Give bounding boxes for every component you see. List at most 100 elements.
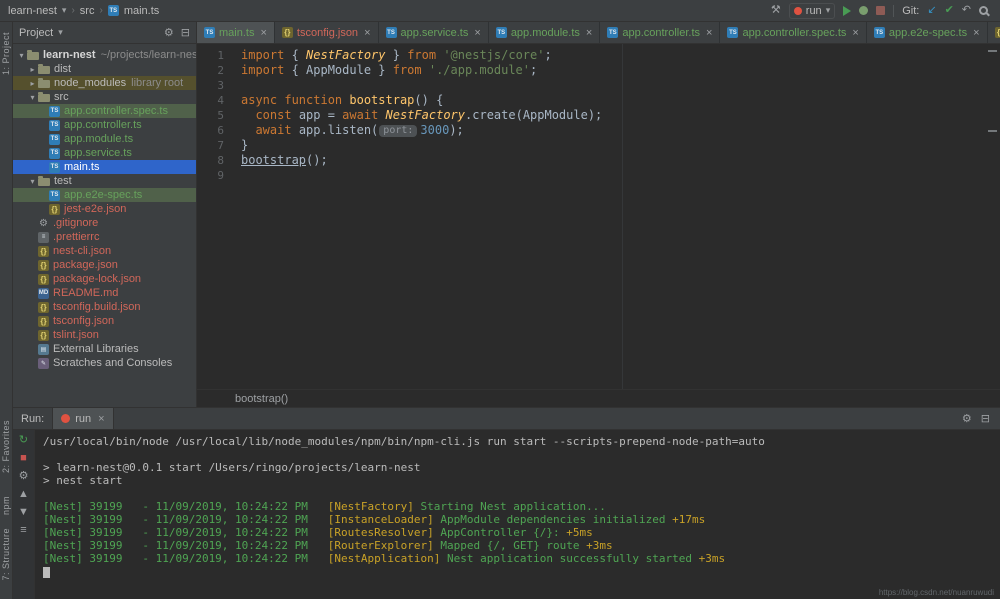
build-hammer-icon[interactable]: ⚒ xyxy=(771,5,781,16)
tree-row[interactable]: TSmain.ts xyxy=(13,160,196,174)
ts-file-icon: TS xyxy=(874,27,885,38)
close-icon[interactable]: × xyxy=(98,413,104,425)
chevron-right-icon[interactable]: ▸ xyxy=(27,65,38,74)
console-output[interactable]: /usr/local/bin/node /usr/local/lib/node_… xyxy=(35,430,1000,599)
code-area[interactable]: import { NestFactory } from '@nestjs/cor… xyxy=(231,44,1000,389)
tree-row[interactable]: ▤External Libraries xyxy=(13,342,196,356)
run-config-selector[interactable]: run ▾ xyxy=(789,3,835,19)
tree-row[interactable]: ✎Scratches and Consoles xyxy=(13,356,196,370)
tree-row[interactable]: ▸node_moduleslibrary root xyxy=(13,76,196,90)
tree-row[interactable]: TSapp.e2e-spec.ts xyxy=(13,188,196,202)
run-tab[interactable]: run × xyxy=(52,408,113,429)
debug-button[interactable] xyxy=(859,6,868,15)
project-dropdown-label[interactable]: Project xyxy=(19,27,53,39)
tree-item-label: nest-cli.json xyxy=(53,245,111,257)
tree-row[interactable]: TSapp.module.ts xyxy=(13,132,196,146)
gutter-line-number: 8 xyxy=(197,153,224,168)
rerun-icon[interactable]: ↻ xyxy=(19,435,28,446)
git-update-icon[interactable]: ↙ xyxy=(927,5,936,16)
tree-row[interactable]: ≡.prettierrc xyxy=(13,230,196,244)
chevron-right-icon[interactable]: ▸ xyxy=(27,79,38,88)
hide-panel-icon[interactable]: ⊟ xyxy=(181,26,190,39)
breadcrumb-item[interactable]: main.ts xyxy=(124,5,159,17)
tree-row[interactable]: {}jest-e2e.json xyxy=(13,202,196,216)
prev-occurrence-icon[interactable]: ▲ xyxy=(18,489,29,500)
tree-row[interactable]: ⚙.gitignore xyxy=(13,216,196,230)
close-icon[interactable]: × xyxy=(706,27,712,39)
editor-column: 123456789 import { NestFactory } from '@… xyxy=(197,44,1000,407)
tree-item-label: dist xyxy=(54,63,71,75)
editor-tab-label: tsconfig.json xyxy=(297,27,358,39)
code-line: await app.listen(port:3000); xyxy=(241,123,1000,138)
chevron-down-icon[interactable]: ▾ xyxy=(27,93,38,102)
tree-row[interactable]: ▸ dist xyxy=(13,62,196,76)
tree-row[interactable]: {}tsconfig.json xyxy=(13,314,196,328)
git-revert-icon[interactable]: ↶ xyxy=(962,5,971,16)
chevron-down-icon: ▾ xyxy=(58,27,63,38)
gear-icon[interactable]: ⚙ xyxy=(962,412,972,425)
tree-row[interactable]: MDREADME.md xyxy=(13,286,196,300)
project-panel-header[interactable]: Project ▾ ⚙ ⊟ xyxy=(13,22,197,43)
breadcrumb-item[interactable]: learn-nest xyxy=(8,5,57,17)
editor-breadcrumb[interactable]: bootstrap() xyxy=(197,389,1000,407)
console-line: [Nest] 39199 - 11/09/2019, 10:24:22 PM [… xyxy=(43,539,992,552)
git-commit-icon[interactable]: ✔ xyxy=(945,5,954,16)
console-line: [Nest] 39199 - 11/09/2019, 10:24:22 PM [… xyxy=(43,526,992,539)
ts-icon: TS xyxy=(49,148,60,159)
tree-row[interactable]: TSapp.controller.spec.ts xyxy=(13,104,196,118)
ide-window: learn-nest▾›src›TSmain.ts ⚒ run ▾ Git: ↙… xyxy=(0,0,1000,599)
tree-row[interactable]: ▾test xyxy=(13,174,196,188)
close-icon[interactable]: × xyxy=(474,27,480,39)
tree-row[interactable]: {}package-lock.json xyxy=(13,272,196,286)
tree-item-label: package.json xyxy=(53,259,118,271)
close-icon[interactable]: × xyxy=(260,27,266,39)
stop-button[interactable] xyxy=(876,6,885,15)
tree-row[interactable]: {} package.json xyxy=(13,258,196,272)
code-line xyxy=(241,78,1000,93)
next-occurrence-icon[interactable]: ▼ xyxy=(18,507,29,518)
close-icon[interactable]: × xyxy=(973,27,979,39)
json-icon: {} xyxy=(38,260,49,271)
tree-row[interactable]: {}tslint.json xyxy=(13,328,196,342)
breadcrumb-item[interactable]: src xyxy=(80,5,95,17)
editor-tab[interactable]: TSapp.module.ts× xyxy=(489,22,601,43)
editor-tab[interactable]: TSapp.controller.spec.ts× xyxy=(720,22,866,43)
editor[interactable]: 123456789 import { NestFactory } from '@… xyxy=(197,44,1000,389)
tool-window-button[interactable]: 7: Structure xyxy=(1,528,11,581)
ts-icon: TS xyxy=(49,106,60,117)
console-line xyxy=(43,448,992,461)
chevron-down-icon[interactable]: ▾ xyxy=(27,177,38,186)
chevron-down-icon[interactable]: ▾ xyxy=(16,51,27,60)
code-line: async function bootstrap() { xyxy=(241,93,1000,108)
tree-row[interactable]: {}tsconfig.build.json xyxy=(13,300,196,314)
tree-row[interactable]: TSapp.service.ts xyxy=(13,146,196,160)
tool-window-button[interactable]: 1: Project xyxy=(1,32,11,75)
tree-item-label: learn-nest xyxy=(43,49,96,61)
folder-icon xyxy=(38,94,50,102)
editor-tab[interactable]: {}jest-e2e.json× xyxy=(988,22,1000,43)
tree-row[interactable]: ▾src xyxy=(13,90,196,104)
close-icon[interactable]: × xyxy=(364,27,370,39)
search-icon[interactable] xyxy=(979,6,988,15)
tree-row[interactable]: ▾learn-nest~/projects/learn-nest xyxy=(13,48,196,62)
stop-icon[interactable]: ■ xyxy=(20,453,27,464)
editor-tab[interactable]: TSapp.service.ts× xyxy=(379,22,489,43)
run-button[interactable] xyxy=(843,6,851,16)
editor-tab[interactable]: TSapp.controller.ts× xyxy=(600,22,720,43)
close-icon[interactable]: × xyxy=(852,27,858,39)
hide-panel-icon[interactable]: ⊟ xyxy=(981,412,990,425)
editor-tab[interactable]: {}tsconfig.json× xyxy=(275,22,379,43)
editor-tab[interactable]: TSmain.ts× xyxy=(197,22,275,43)
tool-window-button[interactable]: 2: Favorites xyxy=(1,420,11,473)
close-icon[interactable]: × xyxy=(586,27,592,39)
console-cursor xyxy=(43,567,50,578)
tree-item-label: package-lock.json xyxy=(53,273,141,285)
settings-icon[interactable]: ⚙ xyxy=(19,471,29,482)
tool-window-button[interactable]: npm xyxy=(1,496,11,515)
clear-console-icon[interactable]: ≡ xyxy=(20,525,26,536)
tree-row[interactable]: {}nest-cli.json xyxy=(13,244,196,258)
editor-tab-label: app.controller.ts xyxy=(622,27,700,39)
gear-icon[interactable]: ⚙ xyxy=(164,26,174,39)
tree-row[interactable]: TSapp.controller.ts xyxy=(13,118,196,132)
editor-tab[interactable]: TSapp.e2e-spec.ts× xyxy=(867,22,988,43)
